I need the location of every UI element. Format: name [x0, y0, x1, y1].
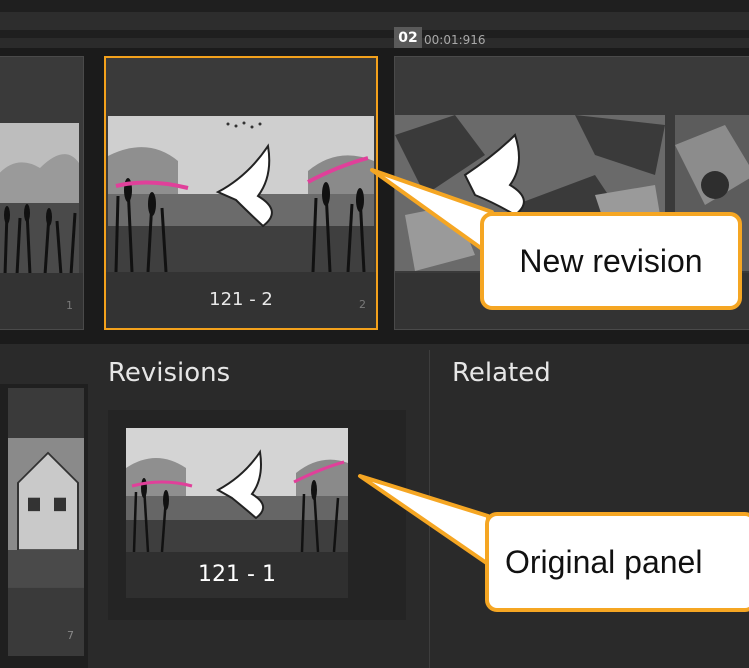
revision-thumbnail [126, 428, 348, 552]
shot-timecode: 00:01:916 [424, 33, 486, 47]
story-panel[interactable]: 7 [8, 388, 84, 656]
revisions-heading: Revisions [108, 358, 231, 388]
related-heading: Related [452, 358, 551, 388]
panel-name: 121 - 2 [209, 289, 273, 310]
panel-index: 7 [67, 629, 74, 642]
panel-thumbnail [0, 123, 79, 275]
panel-index: 2 [359, 298, 366, 311]
callout-original-panel: Original panel [485, 512, 749, 612]
revision-name: 121 - 1 [126, 552, 348, 598]
callout-new-revision: New revision [480, 212, 742, 310]
panel-thumbnail [108, 116, 374, 272]
story-panel-selected[interactable]: 121 - 2 2 [104, 56, 378, 330]
story-panel[interactable]: 1 [0, 56, 84, 330]
timeline-bar [0, 0, 749, 38]
section-divider [429, 350, 430, 668]
panel-index: 1 [66, 299, 73, 312]
shot-number-badge[interactable]: 02 [394, 27, 422, 49]
